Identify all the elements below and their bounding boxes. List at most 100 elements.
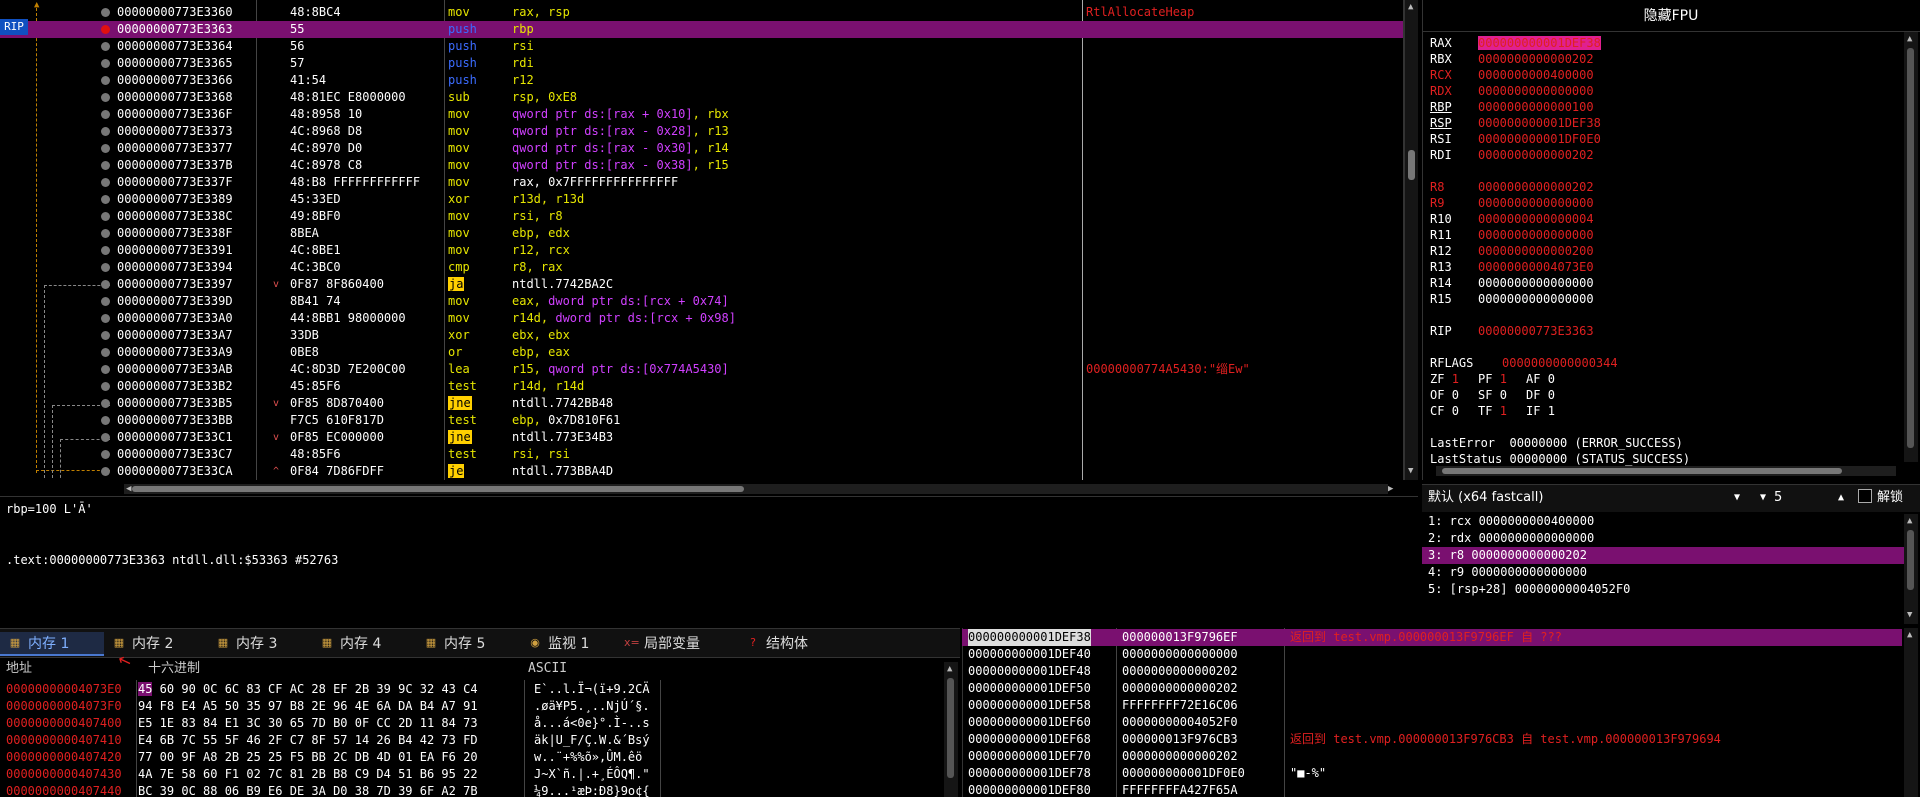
disasm-row[interactable]: 00000000773E33C7 48:85F6 test rsi, rsi <box>0 446 1403 463</box>
breakpoint-dot-icon[interactable] <box>101 25 110 34</box>
breakpoint-dot-icon[interactable] <box>101 127 110 136</box>
breakpoint-dot-icon[interactable] <box>101 399 110 408</box>
disasm-row[interactable]: 00000000773E3377 4C:8970 D0 mov qword ptr d… <box>0 140 1403 157</box>
breakpoint-dot-icon[interactable] <box>101 280 110 289</box>
disasm-row[interactable]: 00000000773E3365 57 push rdi <box>0 55 1403 72</box>
register-row[interactable]: RSP 000000000001DEF38 <box>1430 115 1601 131</box>
register-value[interactable]: 0000000000000100 <box>1478 100 1594 114</box>
breakpoint-dot-icon[interactable] <box>101 144 110 153</box>
register-value[interactable]: 0000000000400000 <box>1478 68 1594 82</box>
register-value[interactable]: 0000000000000202 <box>1478 148 1594 162</box>
scroll-thumb[interactable] <box>1907 48 1914 448</box>
register-value[interactable]: 0000000000000202 <box>1478 52 1594 66</box>
register-value[interactable]: 00000000773E3363 <box>1478 324 1594 338</box>
stack-row[interactable]: 000000000001DEF68 000000013F976CB3 返回到 tes… <box>962 731 1902 748</box>
register-row[interactable]: RAX 000000000001DEF38 <box>1430 35 1601 51</box>
stack-value[interactable]: 000000000001DF0E0 <box>1122 765 1245 782</box>
stack-value[interactable]: 000000013F976CB3 <box>1122 731 1238 748</box>
disasm-row[interactable]: 00000000773E33A7 33DB xor ebx, ebx <box>0 327 1403 344</box>
spinner-up-icon[interactable]: ▲ <box>1838 488 1844 508</box>
dump-vertical-scrollbar[interactable]: ▲ <box>944 662 958 797</box>
tab-struct[interactable]: ? 结构体 <box>738 632 838 656</box>
selected-byte[interactable]: 45 <box>138 682 153 696</box>
scroll-up-icon[interactable]: ▲ <box>947 664 952 674</box>
register-value[interactable]: 0000000000000000 <box>1478 228 1594 242</box>
call-arg-row[interactable]: 3: r8 0000000000000202 <box>1422 547 1904 564</box>
register-row[interactable]: RBX 0000000000000202 <box>1430 51 1594 67</box>
stack-row[interactable]: 000000000001DEF60 00000000004052F0 <box>962 714 1902 731</box>
register-row[interactable]: R11 0000000000000000 <box>1430 227 1594 243</box>
disasm-row[interactable]: 00000000773E3373 4C:8968 D8 mov qword ptr d… <box>0 123 1403 140</box>
column-header-ascii[interactable]: ASCII <box>528 660 567 678</box>
breakpoint-dot-icon[interactable] <box>101 246 110 255</box>
disasm-row[interactable]: 00000000773E33A9 0BE8 or ebp, eax <box>0 344 1403 361</box>
stack-value[interactable]: 0000000000000000 <box>1122 646 1238 663</box>
dump-row[interactable]: 00000000004073F0 94 F8 E4 A5 50 35 97 B8 … <box>6 698 650 715</box>
scroll-thumb[interactable] <box>1907 530 1914 590</box>
breakpoint-dot-icon[interactable] <box>101 331 110 340</box>
breakpoint-dot-icon[interactable] <box>101 450 110 459</box>
disasm-row[interactable]: 00000000773E33BB F7C5 610F817D test ebp, 0x… <box>0 412 1403 429</box>
register-value[interactable]: 0000000000000004 <box>1478 212 1594 226</box>
stack-value[interactable]: FFFFFFFF72E16C06 <box>1122 697 1238 714</box>
breakpoint-dot-icon[interactable] <box>101 8 110 17</box>
stack-row[interactable]: 000000000001DEF80 FFFFFFFFA427F65A <box>962 782 1902 797</box>
arg-count-spinner[interactable]: 5 <box>1756 488 1848 508</box>
breakpoint-dot-icon[interactable] <box>101 195 110 204</box>
disasm-row[interactable]: 00000000773E338F 8BEA mov ebp, edx <box>0 225 1403 242</box>
register-value[interactable]: 0000000000000000 <box>1478 84 1594 98</box>
unlock-checkbox[interactable] <box>1858 489 1872 503</box>
call-arg-row[interactable]: 1: rcx 0000000000400000 <box>1422 513 1904 530</box>
register-value[interactable]: 0000000000000000 <box>1478 292 1594 306</box>
disassembly-view[interactable]: ▲ ▶ 00000000773E336048:8BC4movrax, rspRt… <box>0 0 1404 480</box>
register-row-rflags[interactable]: RFLAGS 0000000000000344 <box>1430 355 1618 371</box>
stack-row[interactable]: 000000000001DEF40 0000000000000000 <box>962 646 1902 663</box>
args-vertical-scrollbar[interactable]: ▲ ▼ <box>1904 514 1918 624</box>
tab-memory-1[interactable]: ▦ 内存 1 <box>0 632 104 656</box>
breakpoint-dot-icon[interactable] <box>101 433 110 442</box>
scroll-thumb[interactable] <box>947 678 954 778</box>
register-value[interactable]: 000000000001DEF38 <box>1478 36 1601 50</box>
tab-locals[interactable]: x= 局部变量 <box>616 632 738 656</box>
flag[interactable]: OF 0 <box>1430 387 1478 403</box>
stack-value[interactable]: 0000000000000202 <box>1122 748 1238 765</box>
register-row[interactable]: RSI 000000000001DF0E0 <box>1430 131 1601 147</box>
scroll-up-icon[interactable]: ▲ <box>1907 34 1912 44</box>
flag[interactable]: PF 1 <box>1478 371 1526 387</box>
scroll-left-icon[interactable]: ◀ <box>126 484 131 494</box>
stack-row[interactable]: 000000000001DEF58 FFFFFFFF72E16C06 <box>962 697 1902 714</box>
call-arg-row[interactable]: 4: r9 0000000000000000 <box>1422 564 1904 581</box>
stack-row[interactable]: 000000000001DEF48 0000000000000202 <box>962 663 1902 680</box>
disasm-row[interactable]: 00000000773E336F 48:8958 10 mov qword ptr d… <box>0 106 1403 123</box>
stack-value[interactable]: 00000000004052F0 <box>1122 714 1238 731</box>
spinner-down-icon[interactable]: ▼ <box>1760 488 1766 508</box>
dump-hex-bytes[interactable]: BC 39 0C 88 06 B9 E6 DE 3A D0 38 7D 39 6… <box>138 783 534 797</box>
dump-row[interactable]: 0000000000407430 4A 7E 58 60 F1 02 7C 81 … <box>6 766 650 783</box>
disasm-row[interactable]: 00000000773E3389 45:33ED xor r13d, r13d <box>0 191 1403 208</box>
register-row[interactable]: R15 0000000000000000 <box>1430 291 1594 307</box>
register-row-rip[interactable]: RIP 00000000773E3363 <box>1430 323 1594 339</box>
disasm-row[interactable]: 00000000773E337F 48:B8 FFFFFFFFFFFF mov rax… <box>0 174 1403 191</box>
breakpoint-dot-icon[interactable] <box>101 382 110 391</box>
stack-row[interactable]: 000000000001DEF38 000000013F9796EF 返回到 tes… <box>962 629 1902 646</box>
tab-memory-5[interactable]: ▦ 内存 5 <box>416 632 520 656</box>
breakpoint-dot-icon[interactable] <box>101 59 110 68</box>
scroll-up-icon[interactable]: ▲ <box>1408 2 1413 12</box>
flag[interactable]: AF 0 <box>1526 371 1574 387</box>
dump-hex-bytes[interactable]: 94 F8 E4 A5 50 35 97 B8 2E 96 4E 6A DA B… <box>138 698 534 715</box>
register-value[interactable]: 0000000000000344 <box>1502 356 1618 370</box>
disasm-row[interactable]: 00000000773E3391 4C:8BE1 mov r12, rcx <box>0 242 1403 259</box>
register-row[interactable]: R12 0000000000000200 <box>1430 243 1594 259</box>
breakpoint-dot-icon[interactable] <box>101 229 110 238</box>
tab-memory-3[interactable]: ▦ 内存 3 <box>208 632 312 656</box>
breakpoint-dot-icon[interactable] <box>101 348 110 357</box>
flag[interactable]: TF 1 <box>1478 403 1526 419</box>
call-arg-row[interactable]: 2: rdx 0000000000000000 <box>1422 530 1904 547</box>
scroll-up-icon[interactable]: ▲ <box>1907 630 1912 640</box>
dump-row[interactable]: 0000000000407440 BC 39 0C 88 06 B9 E6 DE … <box>6 783 650 797</box>
register-row[interactable]: RBP 0000000000000100 <box>1430 99 1594 115</box>
flag[interactable]: CF 0 <box>1430 403 1478 419</box>
registers-vertical-scrollbar[interactable]: ▲ <box>1904 32 1918 462</box>
scroll-up-icon[interactable]: ▲ <box>1907 516 1912 526</box>
dump-hex-bytes[interactable]: E4 6B 7C 55 5F 46 2F C7 8F 57 14 26 B4 4… <box>138 732 534 749</box>
